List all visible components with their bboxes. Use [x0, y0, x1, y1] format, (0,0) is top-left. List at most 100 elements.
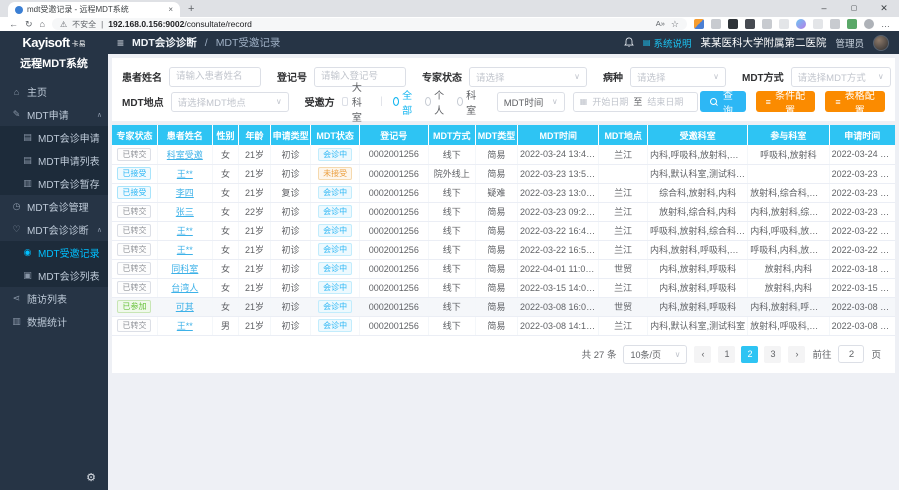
search-button[interactable]: 查询 — [700, 91, 746, 112]
patient-name-link[interactable]: 可其 — [176, 302, 194, 312]
mdt-place-select[interactable]: 请选择MDT地点 ∨ — [171, 92, 289, 112]
big-dept-checkbox-label[interactable]: 大科室 — [352, 79, 370, 124]
sidebar-item-随访列表[interactable]: ⋖随访列表 — [0, 287, 108, 310]
cell-expert_status: 已转交 — [112, 202, 157, 221]
browser-essentials-icon[interactable] — [847, 19, 857, 29]
cell-apply_time: 2022-03-23 08:49:53 — [829, 202, 895, 221]
extension-icon-3[interactable] — [728, 19, 738, 29]
read-aloud-icon[interactable]: A» — [656, 19, 665, 30]
sidebar-item-主页[interactable]: ⌂主页 — [0, 80, 108, 103]
invitee-radio-personal[interactable]: 个人 — [425, 87, 447, 117]
cell-mdt_time: 2022-03-22 16:40:00 — [518, 221, 599, 240]
refresh-icon[interactable]: ↻ — [25, 19, 33, 30]
patient-name-link[interactable]: 王** — [177, 226, 193, 236]
back-icon[interactable]: ← — [9, 19, 18, 29]
favorite-star-icon[interactable]: ☆ — [671, 19, 679, 30]
invitee-radio-all[interactable]: 全部 — [393, 87, 415, 117]
help-label: 系统说明 — [653, 36, 691, 50]
split-screen-icon[interactable] — [813, 19, 823, 29]
page-button-3[interactable]: 3 — [764, 346, 781, 363]
prev-page-button[interactable]: ‹ — [694, 346, 711, 363]
patient-name-link[interactable]: 王** — [177, 321, 193, 331]
url-text[interactable]: 192.168.0.156:9002/consultate/record — [108, 19, 252, 29]
system-title: 远程MDT系统 — [0, 54, 108, 75]
sidebar-item-MDT申请列表[interactable]: ▤MDT申请列表 — [0, 149, 108, 172]
collections-icon[interactable] — [830, 19, 840, 29]
mdt-mode-select[interactable]: 请选择MDT方式 ∨ — [791, 67, 891, 87]
browser-tab[interactable]: mdt受邀记录 - 远程MDT系统 × — [8, 2, 180, 17]
home-icon[interactable]: ⌂ — [40, 19, 45, 29]
extension-icon-2[interactable] — [711, 19, 721, 29]
browser-profile-avatar[interactable] — [864, 19, 874, 29]
close-icon[interactable]: ✕ — [869, 0, 899, 17]
date-range-picker[interactable]: ▦ 开始日期 至 结束日期 — [573, 92, 698, 112]
cell-join_depts: 放射科,呼吸科,默认科室,测... — [748, 316, 829, 335]
url-path: /consultate/record — [184, 19, 252, 29]
cell-invited_depts: 内科,默认科室,测试科室,放射科 — [647, 164, 747, 183]
patient-name-link[interactable]: 台湾人 — [171, 283, 198, 293]
gear-icon[interactable]: ⚙ — [86, 471, 96, 484]
cell-invited_depts: 内科,呼吸科,放射科,综合科 — [647, 145, 747, 164]
patient-name-link[interactable]: 王** — [177, 245, 193, 255]
system-help-link[interactable]: ▤ 系统说明 — [643, 36, 692, 50]
extension-icon-6[interactable] — [779, 19, 789, 29]
cell-join_depts: 放射科,综合科,内科 — [748, 183, 829, 202]
patient-name-link[interactable]: 科室受邀 — [167, 150, 203, 160]
sidebar-item-MDT受邀记录[interactable]: ◉MDT受邀记录 — [0, 241, 108, 264]
goto-page-input[interactable] — [838, 345, 864, 363]
patient-name-link[interactable]: 王** — [177, 169, 193, 179]
sidebar-item-MDT申请[interactable]: ✎MDT申请∧ — [0, 103, 108, 126]
cell-mdt_status: 会诊中 — [311, 259, 360, 278]
page-button-2[interactable]: 2 — [741, 346, 758, 363]
invitee-radio-dept[interactable]: 科室 — [457, 87, 479, 117]
sidebar-item-数据统计[interactable]: ▥数据统计 — [0, 310, 108, 333]
sidebar-item-MDT会诊诊断[interactable]: ♡MDT会诊诊断∧ — [0, 218, 108, 241]
column-header-专家状态: 专家状态 — [112, 125, 157, 145]
time-field-select[interactable]: MDT时间 ∨ — [497, 92, 565, 112]
table-config-label: 表格配置 — [845, 87, 875, 117]
more-menu-icon[interactable]: … — [881, 19, 890, 29]
extension-icon-1[interactable] — [694, 19, 704, 29]
sidebar-item-MDT会诊暂存[interactable]: ▥MDT会诊暂存 — [0, 172, 108, 195]
page-size-select[interactable]: 10条/页 ∨ — [623, 345, 687, 364]
sidebar-item-MDT会诊列表[interactable]: ▣MDT会诊列表 — [0, 264, 108, 287]
cell-age: 21岁 — [239, 164, 270, 183]
filter-mdt-place: MDT地点 请选择MDT地点 ∨ — [122, 92, 289, 112]
chevron-down-icon: ∨ — [552, 97, 558, 106]
extension-icon-5[interactable] — [762, 19, 772, 29]
cell-invited_depts: 呼吸科,放射科,综合科,内科 — [647, 221, 747, 240]
expert-status-tag: 已转交 — [117, 205, 151, 218]
table-config-button[interactable]: ≡ 表格配置 — [825, 91, 885, 112]
breadcrumb-current: MDT受邀记录 — [216, 35, 281, 50]
cell-apply_type: 复诊 — [270, 183, 311, 202]
minimize-icon[interactable]: – — [809, 0, 839, 17]
patient-name-link[interactable]: 张三 — [176, 207, 194, 217]
disease-select[interactable]: 请选择 ∨ — [630, 67, 726, 87]
cell-age: 21岁 — [239, 145, 270, 164]
sidebar-item-MDT会诊申请[interactable]: ▤MDT会诊申请 — [0, 126, 108, 149]
maximize-icon[interactable]: ▢ — [839, 0, 869, 17]
address-bar[interactable]: ⚠ 不安全 | 192.168.0.156:9002/consultate/re… — [52, 18, 687, 30]
patient-name-input[interactable] — [169, 67, 261, 87]
next-page-button[interactable]: › — [788, 346, 805, 363]
extension-icon-4[interactable] — [745, 19, 755, 29]
menu-fold-icon[interactable]: ≡ — [117, 36, 124, 50]
bell-icon[interactable] — [624, 37, 634, 48]
column-header-MDT地点: MDT地点 — [599, 125, 648, 145]
patient-name-link[interactable]: 李四 — [176, 188, 194, 198]
patient-name-link[interactable]: 同科室 — [171, 264, 198, 274]
user-avatar[interactable] — [873, 35, 889, 51]
end-date-placeholder: 结束日期 — [647, 95, 683, 108]
sidebar-item-MDT会诊管理[interactable]: ◷MDT会诊管理 — [0, 195, 108, 218]
big-dept-checkbox[interactable] — [342, 97, 348, 106]
new-tab-button[interactable]: + — [188, 2, 194, 17]
cell-apply_time: 2022-03-18 11:28:25 — [829, 259, 895, 278]
cell-mdt_status: 未接受 — [311, 164, 360, 183]
breadcrumb-separator: / — [205, 37, 208, 49]
page-button-1[interactable]: 1 — [718, 346, 735, 363]
copilot-icon[interactable] — [796, 19, 806, 29]
cell-mdt_time: 2022-03-23 13:00:00 — [518, 183, 599, 202]
condition-config-button[interactable]: ≡ 条件配置 — [756, 91, 816, 112]
column-header-性别: 性别 — [212, 125, 239, 145]
tab-close-icon[interactable]: × — [168, 5, 173, 14]
